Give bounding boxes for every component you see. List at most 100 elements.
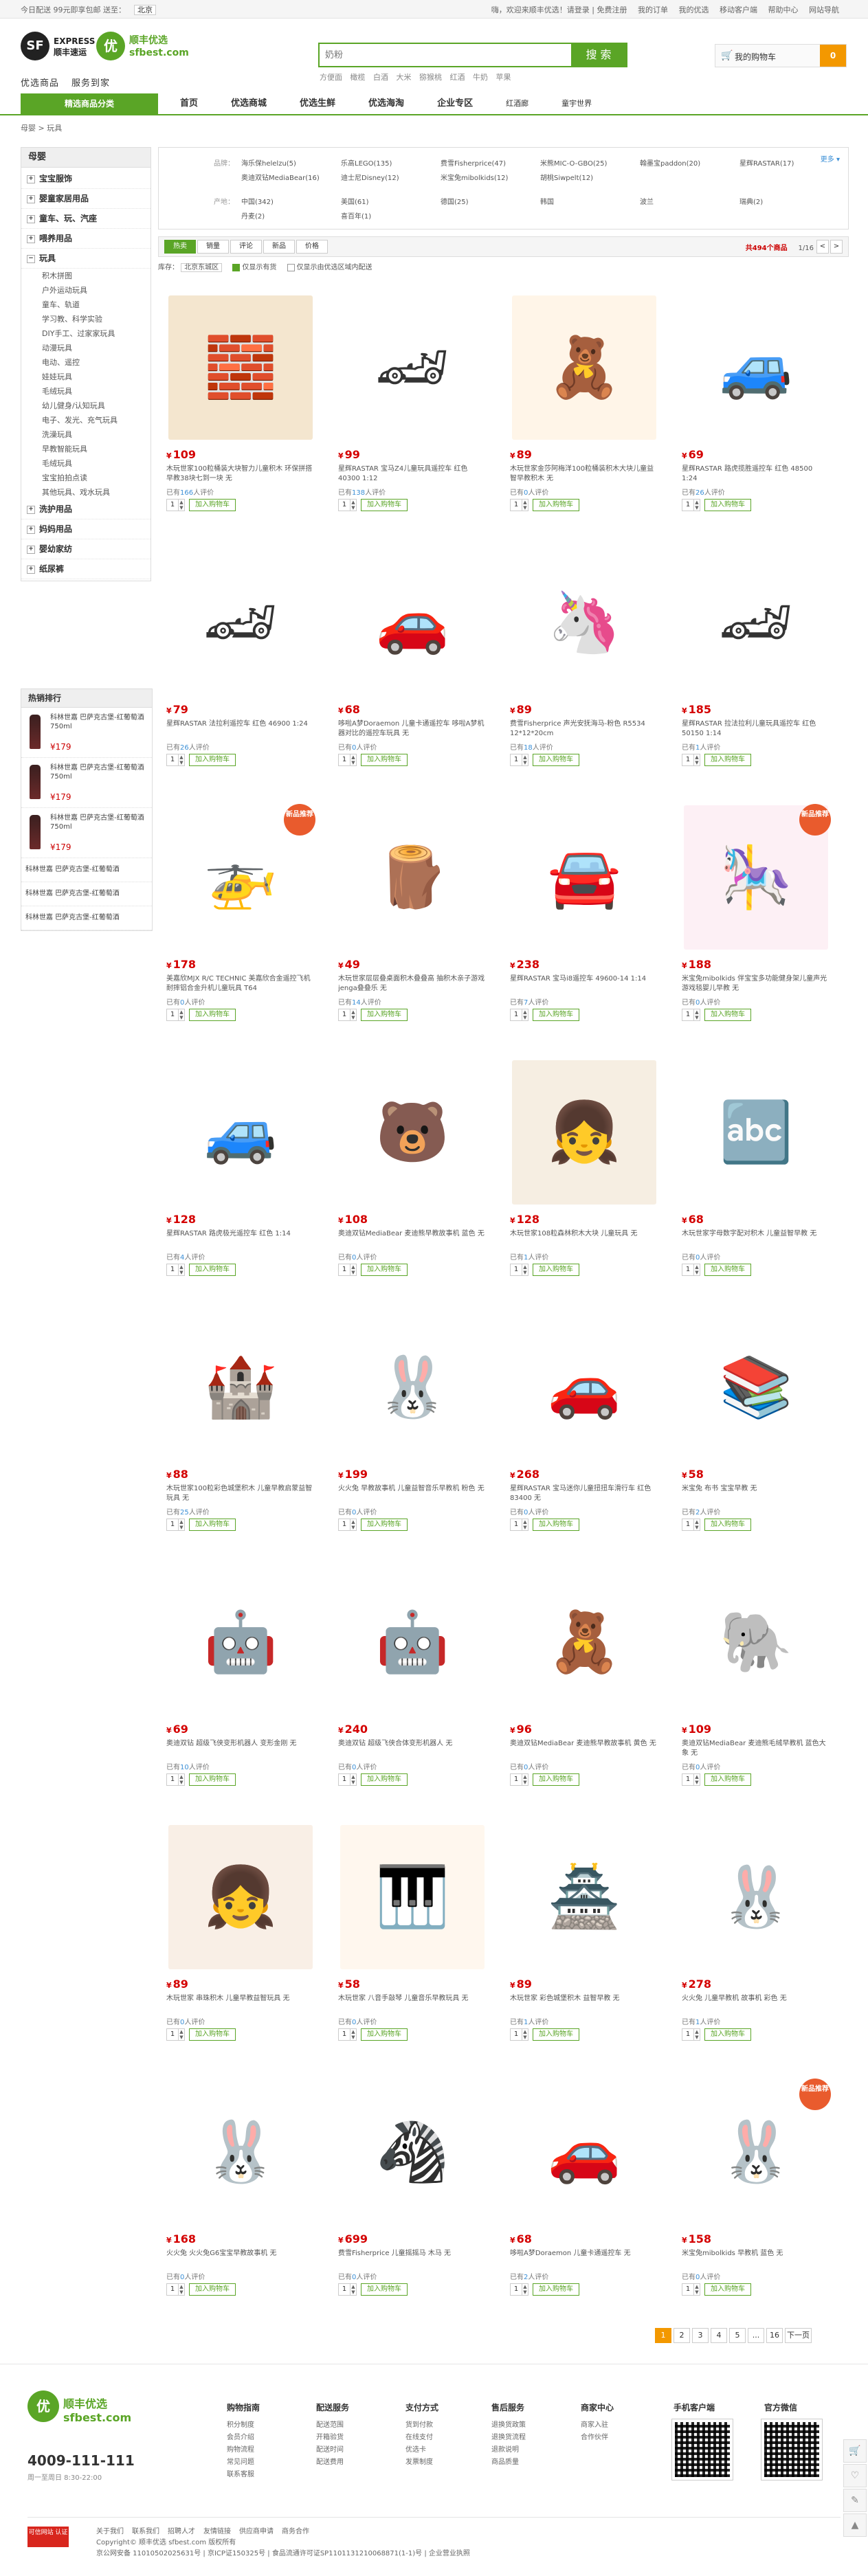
quantity-stepper[interactable]: ▲ ▼	[179, 1519, 185, 1531]
add-to-cart-button[interactable]: 加入购物车	[704, 499, 751, 511]
quantity-stepper[interactable]: ▲ ▼	[179, 2028, 185, 2041]
product-card[interactable]: 🐰新品推荐 158 米宝兔mibolkids 早教机 蓝色 无已有0人评价 1▲▼ 加入…	[674, 2073, 835, 2318]
quantity-input[interactable]: 1	[682, 2283, 694, 2296]
sidebar-sub-item[interactable]: 积木拼图	[21, 269, 151, 283]
product-card[interactable]: 🤖 240 奥迪双钻 超级飞侠合体变形机器人 无已有0人评价 1▲▼ 加入购物车	[330, 1563, 491, 1808]
add-to-cart-button[interactable]: 加入购物车	[361, 2028, 408, 2041]
add-to-cart-button[interactable]: 加入购物车	[704, 2028, 751, 2041]
add-to-cart-button[interactable]: 加入购物车	[189, 2283, 236, 2296]
product-image[interactable]: 🚗	[340, 550, 485, 695]
expand-icon[interactable]: +	[27, 234, 35, 243]
add-to-cart-button[interactable]: 加入购物车	[189, 499, 236, 511]
review-count[interactable]: 166	[180, 489, 193, 497]
quantity-input[interactable]: 1	[510, 1009, 522, 1021]
product-image[interactable]: 🦓	[340, 2080, 485, 2224]
product-title[interactable]: 木玩世家 串珠积木 儿童早教益智玩具 无	[166, 1994, 314, 2013]
add-to-cart-button[interactable]: 加入购物车	[704, 754, 751, 766]
quantity-stepper[interactable]: ▲ ▼	[350, 2028, 357, 2041]
product-card[interactable]: 🐻 108 奥迪双钻MediaBear 麦迪熊早教故事机 蓝色 无已有0人评价 1▲▼…	[330, 1053, 491, 1298]
add-to-cart-button[interactable]: 加入购物车	[704, 1519, 751, 1531]
product-title[interactable]: 木玩世家字母数字配对积木 儿童益智早教 无	[682, 1229, 830, 1248]
footer-link[interactable]: 退换货流程	[491, 2432, 526, 2444]
sidebar-sub-item[interactable]: 幼儿健身/认知玩具	[21, 399, 151, 413]
product-card[interactable]: 🐘 109 奥迪双钻MediaBear 麦迪熊毛绒早教机 蓝色大象 无已有0人评价 1…	[674, 1563, 835, 1808]
footer-bottom-link[interactable]: 招聘人才	[168, 2528, 195, 2535]
quantity-input[interactable]: 1	[166, 2283, 179, 2296]
add-to-cart-button[interactable]: 加入购物车	[533, 1009, 579, 1021]
next-page-button[interactable]: 下一页	[785, 2328, 812, 2343]
hot-word[interactable]: 红酒	[450, 73, 465, 82]
sidebar-group[interactable]: + 喂养用品	[21, 229, 151, 249]
region-select[interactable]: 北京东城区	[181, 263, 223, 272]
footer-link[interactable]: 购物流程	[227, 2444, 260, 2456]
login-greeting[interactable]: 嗨，欢迎来顺丰优选！请登录 | 免费注册	[491, 5, 627, 14]
add-to-cart-button[interactable]: 加入购物车	[704, 2283, 751, 2296]
product-title[interactable]: 美嘉欣MJX R/C TECHNIC 美嘉欣合金遥控飞机耐摔铝合金升机儿童玩具 …	[166, 974, 314, 994]
page-number-button[interactable]: 1	[655, 2328, 671, 2343]
add-to-cart-button[interactable]: 加入购物车	[533, 754, 579, 766]
product-image[interactable]: 🧱	[168, 295, 313, 440]
region-delivery-checkbox[interactable]	[287, 263, 295, 271]
nav-wine[interactable]: 红酒廊	[489, 93, 545, 114]
hot-word[interactable]: 大米	[397, 73, 412, 82]
add-to-cart-button[interactable]: 加入购物车	[361, 499, 408, 511]
product-image[interactable]: 🤖	[340, 1570, 485, 1714]
sort-new-tab[interactable]: 新品	[263, 240, 295, 254]
sidebar-sub-item[interactable]: 童车、轨道	[21, 298, 151, 312]
add-to-cart-button[interactable]: 加入购物车	[533, 2283, 579, 2296]
product-title[interactable]: 星辉RASTAR 法拉利遥控车 红色 46900 1:24	[166, 719, 314, 739]
sidebar-group[interactable]: + 婴幼家纺	[21, 539, 151, 559]
quantity-stepper[interactable]: ▲ ▼	[694, 1773, 700, 1786]
help-center-link[interactable]: 帮助中心	[768, 5, 799, 14]
add-to-cart-button[interactable]: 加入购物车	[704, 1264, 751, 1276]
hot-word[interactable]: 猕猴桃	[419, 73, 442, 82]
my-orders-link[interactable]: 我的订单	[638, 5, 668, 14]
nav-kids[interactable]: 童宇世界	[545, 93, 608, 114]
origin-filter-option[interactable]: 德国(25)	[441, 196, 540, 206]
brand-filter-option[interactable]: 费雪Fisherprice(47)	[441, 157, 540, 168]
expand-icon[interactable]: +	[27, 505, 35, 514]
quantity-stepper[interactable]: ▲ ▼	[694, 499, 700, 511]
product-image[interactable]: 🪵	[340, 805, 485, 950]
add-to-cart-button[interactable]: 加入购物车	[533, 499, 579, 511]
nav-enterprise[interactable]: 企业专区	[421, 93, 489, 114]
expand-icon[interactable]: +	[27, 214, 35, 223]
product-card[interactable]: 🏰 88 木玩世家100粒彩色城堡积木 儿童早教启蒙益智玩具 无已有25人评价 1▲▼…	[158, 1308, 320, 1553]
product-title[interactable]: 木玩世家108粒森林积木大块 儿童玩具 无	[510, 1229, 658, 1248]
sort-price-tab[interactable]: 价格	[296, 240, 328, 254]
review-count[interactable]: 26	[695, 489, 704, 497]
product-title[interactable]: 火火兔 早教故事机 儿童益智音乐早教机 粉色 无	[338, 1484, 486, 1503]
sidebar-sub-item[interactable]: DIY手工、过家家玩具	[21, 326, 151, 341]
quantity-input[interactable]: 1	[682, 754, 694, 766]
footer-bottom-link[interactable]: 商务合作	[282, 2528, 309, 2535]
sidebar-sub-item[interactable]: 电动、遥控	[21, 355, 151, 370]
footer-bottom-link[interactable]: 友情链接	[203, 2528, 231, 2535]
product-title[interactable]: 星辉RASTAR 拉法拉利儿童玩具遥控车 红色50150 1:14	[682, 719, 830, 739]
sort-sales-tab[interactable]: 销量	[197, 240, 229, 254]
brand-filter-option[interactable]: 海乐保helelzu(5)	[241, 157, 341, 168]
page-number-button[interactable]: 5	[729, 2328, 746, 2343]
product-image[interactable]: 🐻	[340, 1060, 485, 1205]
brand-filter-option[interactable]: 胡桃Siwpelt(12)	[540, 172, 640, 182]
footer-link[interactable]: 合作伙伴	[581, 2432, 614, 2444]
product-image[interactable]: 🏎	[684, 550, 828, 695]
quantity-input[interactable]: 1	[166, 1264, 179, 1276]
trusted-site-badge[interactable]: 可信网站 认证	[27, 2527, 69, 2547]
footer-link[interactable]: 货到付款	[405, 2419, 438, 2432]
in-stock-checkbox[interactable]	[232, 263, 241, 271]
search-input[interactable]	[320, 44, 557, 66]
quantity-input[interactable]: 1	[338, 2283, 350, 2296]
expand-icon[interactable]: +	[27, 545, 35, 554]
review-count[interactable]: 14	[352, 999, 361, 1007]
quantity-input[interactable]: 1	[338, 1773, 350, 1786]
add-to-cart-button[interactable]: 加入购物车	[533, 2028, 579, 2041]
footer-bottom-link[interactable]: 供应商申请	[239, 2528, 274, 2535]
sidebar-sub-item[interactable]: 娃娃玩具	[21, 370, 151, 384]
ranking-item-title[interactable]: 科林世嘉 巴萨克古堡-红葡萄酒 750ml	[50, 814, 146, 831]
product-image[interactable]: 👧	[168, 1825, 313, 1969]
product-title[interactable]: 米宝兔 布书 宝宝早教 无	[682, 1484, 830, 1503]
product-title[interactable]: 奥迪双钻 超级飞侠变形机器人 变形金刚 无	[166, 1739, 314, 1758]
hot-word[interactable]: 牛奶	[473, 73, 488, 82]
product-title[interactable]: 木玩世家层层叠桌面积木叠叠高 抽积木亲子游戏 jenga叠叠乐 无	[338, 974, 486, 994]
quantity-input[interactable]: 1	[166, 1773, 179, 1786]
